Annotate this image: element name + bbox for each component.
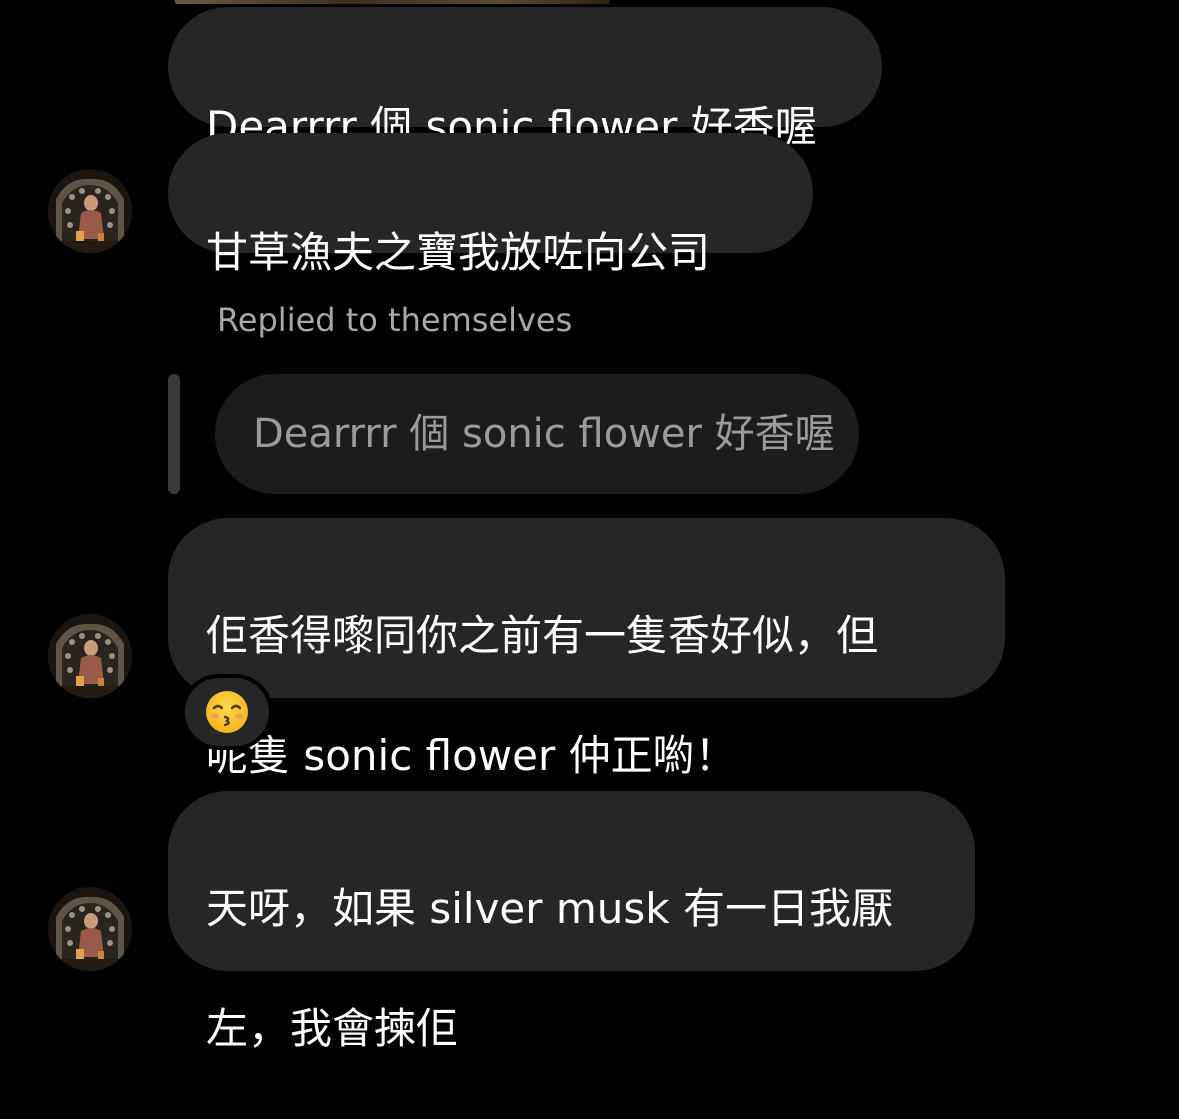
message-text: 甘草漁夫之寶我放咗向公司	[206, 228, 711, 277]
previous-media-edge[interactable]	[175, 0, 610, 4]
message-bubble[interactable]: 甘草漁夫之寶我放咗向公司	[168, 133, 813, 277]
avatar-photo-icon	[48, 614, 132, 698]
message-text-line: 天呀，如果 silver musk 有一日我厭	[206, 884, 893, 933]
quoted-message-text: Dearrrr 個 sonic flower 好香喔	[253, 411, 835, 457]
reply-indicator-bar	[168, 374, 180, 494]
message-reaction[interactable]	[181, 674, 273, 750]
message-text-line: 左，我會揀佢	[206, 1004, 459, 1053]
quoted-message[interactable]: Dearrrr 個 sonic flower 好香喔	[215, 374, 859, 494]
avatar-photo-icon	[48, 887, 132, 971]
message-bubble[interactable]: 天呀，如果 silver musk 有一日我厭 左，我會揀佢	[168, 791, 975, 1053]
sender-avatar[interactable]	[48, 614, 132, 698]
message-text-line: 佢香得嚟同你之前有一隻香好似，但	[206, 611, 879, 660]
sender-avatar[interactable]	[48, 887, 132, 971]
message-text-line: 呢隻 sonic flower 仲正喲！	[206, 731, 737, 780]
message-bubble[interactable]: 佢香得嚟同你之前有一隻香好似，但 呢隻 sonic flower 仲正喲！	[168, 518, 1005, 780]
reply-context-label: Replied to themselves	[217, 301, 573, 339]
message-bubble[interactable]: Dearrrr 個 sonic flower 好香喔	[168, 7, 882, 151]
sender-avatar[interactable]	[48, 169, 132, 253]
avatar-photo-icon	[48, 169, 132, 253]
kissing-face-emoji-icon	[206, 691, 248, 733]
